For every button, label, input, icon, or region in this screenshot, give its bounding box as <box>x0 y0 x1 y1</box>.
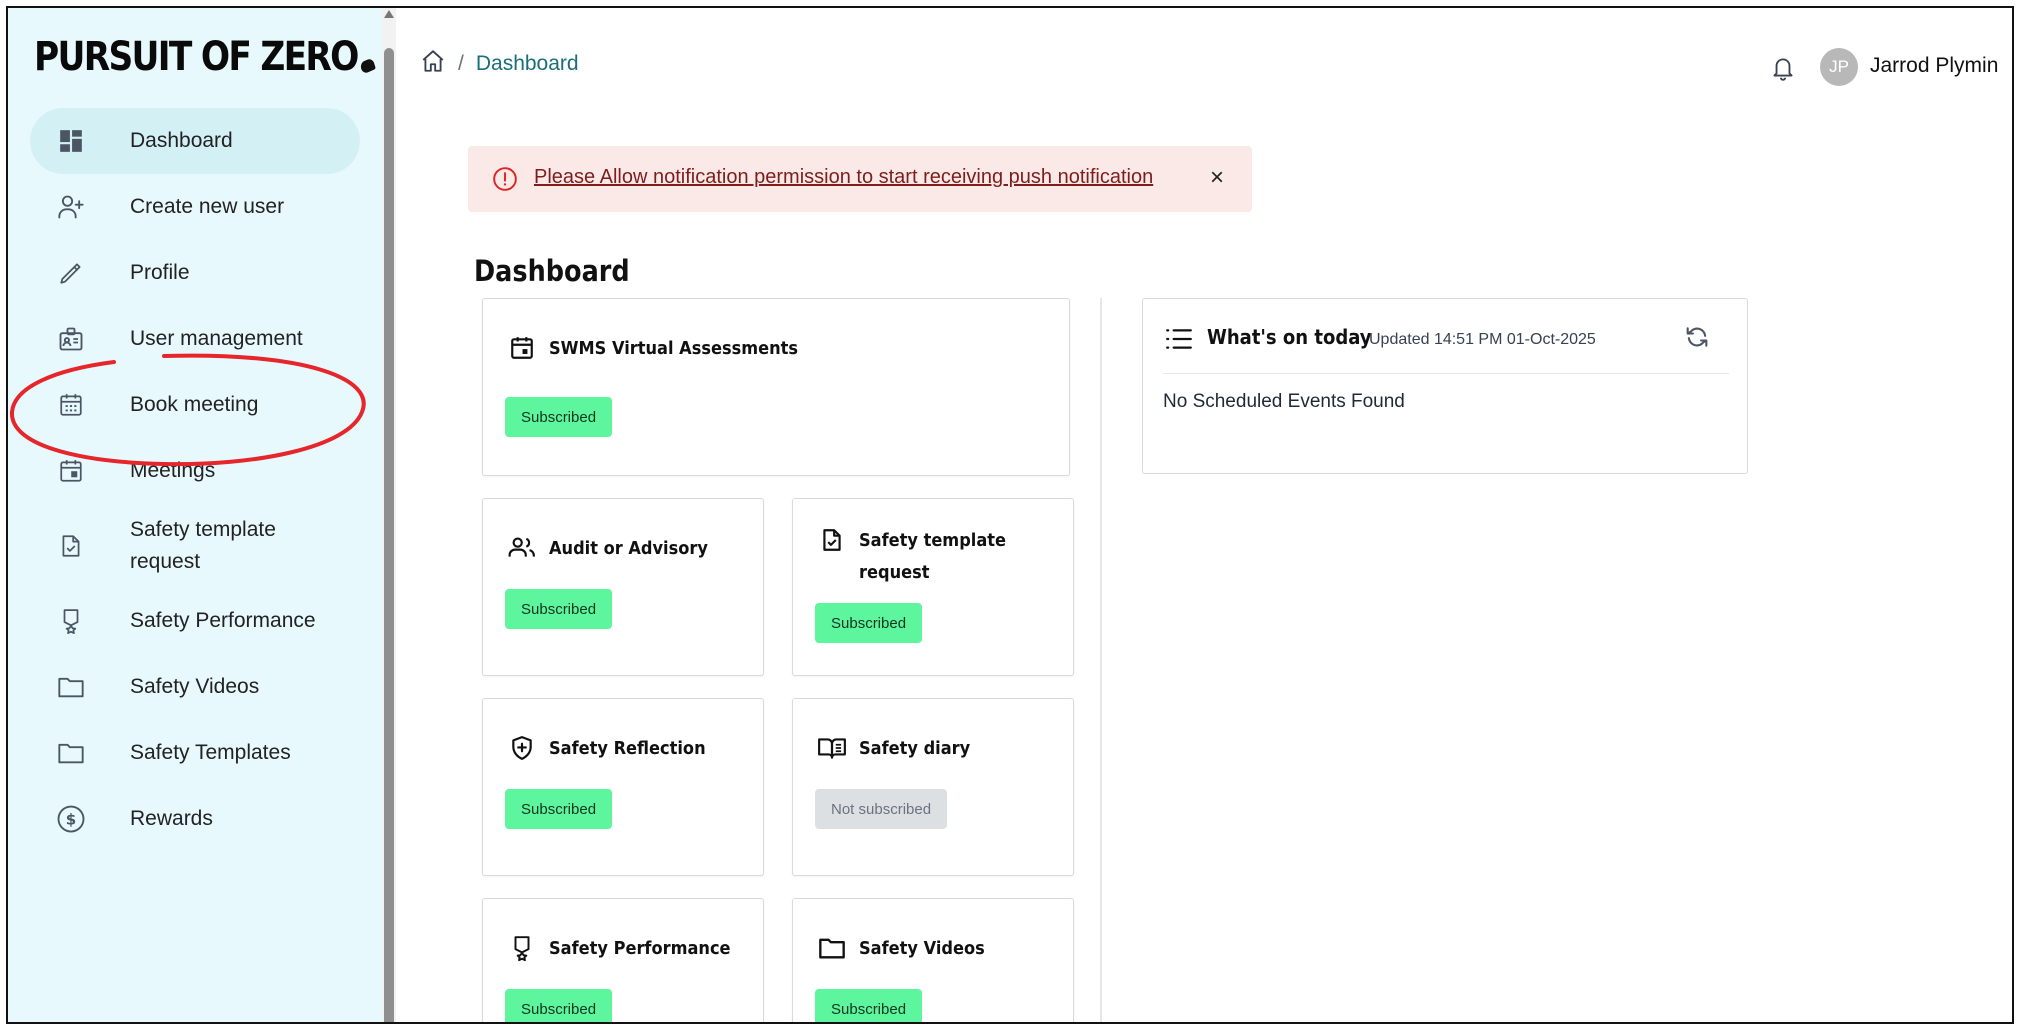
today-divider <box>1163 373 1729 374</box>
sidebar-item-label: Safety Templates <box>130 741 291 764</box>
status-badge: Subscribed <box>505 989 613 1022</box>
breadcrumb-separator: / <box>458 52 464 75</box>
status-badge: Subscribed <box>815 603 923 643</box>
calendar-icon <box>56 456 86 486</box>
today-title: What's on today <box>1207 325 1372 349</box>
close-icon[interactable]: × <box>1210 164 1224 192</box>
sidebar-item-safety-template-request[interactable]: Safety template request <box>30 504 360 588</box>
status-badge: Not subscribed <box>815 789 948 829</box>
sidebar-item-meetings[interactable]: Meetings <box>30 438 360 504</box>
svg-text:$: $ <box>66 811 76 829</box>
sidebar-item-label: Profile <box>130 261 190 284</box>
status-badge: Subscribed <box>505 789 613 829</box>
sidebar-item-safety-videos[interactable]: Safety Videos <box>30 654 360 720</box>
sidebar-item-label: User management <box>130 327 303 350</box>
calendar-icon <box>507 333 537 363</box>
card-safety-reflection[interactable]: Safety Reflection Subscribed <box>482 698 764 876</box>
card-title: Safety Videos <box>859 938 985 959</box>
sidebar-nav: Dashboard Create new user Profile User m… <box>30 108 360 852</box>
users-icon <box>507 533 537 563</box>
sidebar-item-safety-templates[interactable]: Safety Templates <box>30 720 360 786</box>
sidebar-item-dashboard[interactable]: Dashboard <box>30 108 360 174</box>
logo[interactable]: PURSUIT OF ZERO <box>34 34 377 80</box>
card-title: Safety Performance <box>549 938 731 959</box>
alert-message-link[interactable]: Please Allow notification permission to … <box>534 166 1153 189</box>
card-safety-template-request[interactable]: Safety template request Subscribed <box>792 498 1074 676</box>
sidebar-item-label: Safety Performance <box>130 609 316 632</box>
notification-permission-alert: Please Allow notification permission to … <box>468 146 1252 212</box>
award-icon <box>56 606 86 636</box>
file-check-icon <box>817 525 847 555</box>
card-title: Audit or Advisory <box>549 538 708 559</box>
avatar[interactable]: JP <box>1820 48 1858 86</box>
folder-icon <box>56 738 86 768</box>
scrollbar-thumb[interactable] <box>384 48 394 1022</box>
sidebar-item-rewards[interactable]: $ Rewards <box>30 786 360 852</box>
card-title: Safety Reflection <box>549 738 706 759</box>
card-title: Safety template request <box>859 530 1007 583</box>
card-title: SWMS Virtual Assessments <box>549 338 799 359</box>
shield-plus-icon <box>507 733 537 763</box>
sidebar-item-label: Dashboard <box>130 129 233 152</box>
breadcrumb-dashboard[interactable]: Dashboard <box>476 52 579 76</box>
book-icon <box>817 733 847 763</box>
card-safety-performance[interactable]: Safety Performance Subscribed <box>482 898 764 1022</box>
logo-leaf-icon <box>359 57 377 75</box>
today-empty-message: No Scheduled Events Found <box>1163 391 1405 412</box>
sidebar: PURSUIT OF ZERO Dashboard Create new use… <box>8 8 382 1022</box>
sidebar-scrollbar[interactable] <box>382 8 396 1022</box>
sidebar-item-user-management[interactable]: User management <box>30 306 360 372</box>
column-divider <box>1100 298 1102 1022</box>
award-icon <box>507 933 537 963</box>
bell-icon[interactable] <box>1770 54 1796 87</box>
calendar-grid-icon <box>56 390 86 420</box>
card-safety-diary[interactable]: Safety diary Not subscribed <box>792 698 1074 876</box>
status-badge: Subscribed <box>505 589 613 629</box>
sidebar-item-label: Meetings <box>130 459 216 482</box>
status-badge: Subscribed <box>815 989 923 1022</box>
today-updated-timestamp: Updated 14:51 PM 01-Oct-2025 <box>1369 331 1596 348</box>
breadcrumb: / Dashboard <box>420 48 579 80</box>
list-icon <box>1165 327 1193 356</box>
sidebar-item-label: Safety Videos <box>130 675 260 698</box>
user-name[interactable]: Jarrod Plymin <box>1870 54 1998 78</box>
page-title: Dashboard <box>474 254 630 288</box>
scroll-up-arrow-icon[interactable] <box>384 10 394 18</box>
sidebar-item-label: Create new user <box>130 195 285 218</box>
pencil-icon <box>56 258 86 288</box>
sidebar-item-profile[interactable]: Profile <box>30 240 360 306</box>
dashboard-icon <box>56 126 86 156</box>
folder-icon <box>817 933 847 963</box>
dollar-circle-icon: $ <box>56 804 86 834</box>
sidebar-item-safety-performance[interactable]: Safety Performance <box>30 588 360 654</box>
card-audit-or-advisory[interactable]: Audit or Advisory Subscribed <box>482 498 764 676</box>
card-title: Safety diary <box>859 738 971 759</box>
app-window: PURSUIT OF ZERO Dashboard Create new use… <box>6 6 2014 1024</box>
add-user-icon <box>56 192 86 222</box>
warning-circle-icon <box>492 166 518 197</box>
refresh-icon[interactable] <box>1683 323 1711 356</box>
whats-on-today-panel: What's on today Updated 14:51 PM 01-Oct-… <box>1142 298 1748 474</box>
sidebar-item-label: Safety template request <box>130 518 276 573</box>
id-badge-icon <box>56 324 86 354</box>
status-badge: Subscribed <box>505 397 613 437</box>
sidebar-item-label: Rewards <box>130 807 213 830</box>
sidebar-item-create-new-user[interactable]: Create new user <box>30 174 360 240</box>
logo-text: PURSUIT OF ZERO <box>34 34 359 80</box>
file-check-icon <box>56 531 86 561</box>
sidebar-item-label: Book meeting <box>130 393 259 416</box>
card-safety-videos[interactable]: Safety Videos Subscribed <box>792 898 1074 1022</box>
home-icon[interactable] <box>420 48 446 80</box>
card-swms-virtual-assessments[interactable]: SWMS Virtual Assessments Subscribed <box>482 298 1070 476</box>
sidebar-item-book-meeting[interactable]: Book meeting <box>30 372 360 438</box>
folder-icon <box>56 672 86 702</box>
